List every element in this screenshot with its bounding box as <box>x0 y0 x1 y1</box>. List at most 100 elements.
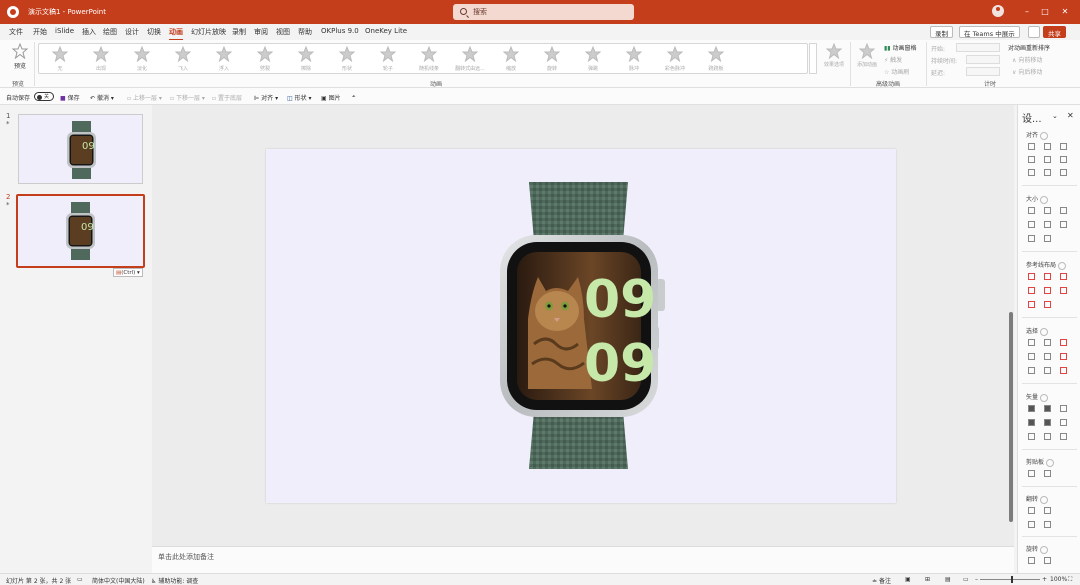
current-slide[interactable]: 09 09 <box>266 149 896 503</box>
vector-icon[interactable] <box>1044 419 1051 426</box>
zoom-slider-thumb[interactable] <box>1011 576 1013 583</box>
animation-zoom[interactable]: 缩放 <box>492 45 530 74</box>
gallery-scroll[interactable] <box>809 43 817 74</box>
rotate-icon[interactable] <box>1044 557 1051 564</box>
animation-pulse[interactable]: 脉冲 <box>615 45 653 74</box>
tab-okplus[interactable]: OKPlus 9.0 <box>321 27 359 35</box>
guide-icon[interactable] <box>1060 273 1067 280</box>
shape-button[interactable]: ◫ 形状 ▾ <box>287 93 312 102</box>
move-earlier-button[interactable]: ∧ 向前移动 <box>1012 55 1042 64</box>
zoom-slider[interactable] <box>980 579 1040 580</box>
vector-icon[interactable] <box>1028 419 1035 426</box>
minimize-button[interactable]: – <box>1020 5 1034 19</box>
record-button[interactable]: 录制 <box>930 26 953 38</box>
size-icon[interactable] <box>1028 207 1035 214</box>
move-later-button[interactable]: ∨ 向后移动 <box>1012 67 1042 76</box>
select-icon[interactable] <box>1028 339 1035 346</box>
slide-thumbnail-1[interactable]: 09 <box>18 114 143 184</box>
rotate-icon[interactable] <box>1028 557 1035 564</box>
tab-view[interactable]: 视图 <box>276 27 290 37</box>
accessibility-button[interactable]: ♿ 辅助功能: 调查 <box>151 576 198 585</box>
align-right-icon[interactable] <box>1060 143 1067 150</box>
align-bottom-icon[interactable] <box>1060 156 1067 163</box>
customize-toolbar-button[interactable]: ⩡ <box>352 93 355 101</box>
size-icon[interactable] <box>1028 221 1035 228</box>
animation-grow-turn[interactable]: 翻转式由远... <box>451 45 489 74</box>
flip-icon[interactable] <box>1044 521 1051 528</box>
align-middle-icon[interactable] <box>1044 156 1051 163</box>
start-select[interactable] <box>956 43 1000 52</box>
animation-appear[interactable]: 出现 <box>82 45 120 74</box>
flip-icon[interactable] <box>1044 507 1051 514</box>
animation-random-bars[interactable]: 随机线条 <box>410 45 448 74</box>
tab-help[interactable]: 帮助 <box>298 27 312 37</box>
animation-pane-button[interactable]: ▮▮ 动画窗格 <box>884 43 917 52</box>
tab-draw[interactable]: 绘图 <box>103 27 117 37</box>
notes-pane[interactable]: 单击此处添加备注 <box>152 546 1014 573</box>
guide-icon[interactable] <box>1028 301 1035 308</box>
preview-button[interactable]: 预览 <box>11 42 29 73</box>
paste-options-tag[interactable]: ▤(Ctrl) ▾ <box>113 268 143 277</box>
guide-icon[interactable] <box>1044 287 1051 294</box>
tab-record[interactable]: 录制 <box>232 27 246 37</box>
animation-wheel[interactable]: 轮子 <box>369 45 407 74</box>
save-button[interactable]: ■ 保存 <box>60 93 80 102</box>
animation-wipe[interactable]: 擦除 <box>287 45 325 74</box>
tab-islide[interactable]: iSlide <box>55 27 74 35</box>
tab-home[interactable]: 开始 <box>33 27 47 37</box>
trigger-button[interactable]: ⚡ 触发 <box>884 55 902 64</box>
select-icon[interactable] <box>1028 353 1035 360</box>
add-animation-button[interactable]: 添加动画 <box>855 42 879 68</box>
animation-bounce[interactable]: 弹跳 <box>574 45 612 74</box>
animation-float-in[interactable]: 浮入 <box>205 45 243 74</box>
align-center-icon[interactable] <box>1044 143 1051 150</box>
guide-icon[interactable] <box>1044 273 1051 280</box>
vector-icon[interactable] <box>1044 405 1051 412</box>
vector-icon[interactable] <box>1060 419 1067 426</box>
distribute-v-icon[interactable] <box>1044 169 1051 176</box>
guide-icon[interactable] <box>1028 273 1035 280</box>
search-box[interactable]: 搜索 <box>453 4 634 20</box>
close-button[interactable]: ✕ <box>1058 5 1072 19</box>
comments-button[interactable] <box>1028 26 1040 38</box>
tab-file[interactable]: 文件 <box>9 27 23 37</box>
select-icon[interactable] <box>1060 367 1067 374</box>
distribute-h-icon[interactable] <box>1028 169 1035 176</box>
send-backward-button[interactable]: ▫ 下移一层 ▾ <box>170 93 205 102</box>
animation-swivel[interactable]: 旋转 <box>533 45 571 74</box>
account-avatar[interactable] <box>992 5 1004 17</box>
duration-input[interactable] <box>966 55 1000 64</box>
slideshow-icon[interactable]: ▭ <box>963 576 969 583</box>
notes-button[interactable]: ≐ 备注 <box>872 576 891 585</box>
normal-view-icon[interactable]: ▣ <box>905 576 911 583</box>
select-icon[interactable] <box>1060 353 1067 360</box>
picture-button[interactable]: ▣ 图片 <box>321 93 341 102</box>
select-icon[interactable] <box>1044 339 1051 346</box>
size-icon[interactable] <box>1028 235 1035 242</box>
vector-icon[interactable] <box>1028 433 1035 440</box>
size-icon[interactable] <box>1044 207 1051 214</box>
animation-teeter[interactable]: 跷跷板 <box>697 45 735 74</box>
tab-insert[interactable]: 插入 <box>82 27 96 37</box>
animation-painter-button[interactable]: ☆ 动画刷 <box>884 67 909 76</box>
animation-none[interactable]: 无 <box>41 45 79 74</box>
fit-slide-icon[interactable]: ⛶ <box>1068 576 1072 584</box>
animation-color-pulse[interactable]: 彩色脉冲 <box>656 45 694 74</box>
vector-icon[interactable] <box>1060 405 1067 412</box>
zoom-level[interactable]: 100% <box>1050 576 1067 583</box>
close-pane-icon[interactable]: ✕ <box>1067 111 1074 120</box>
tab-onekey[interactable]: OneKey Lite <box>365 27 407 35</box>
share-button[interactable]: 共享 <box>1043 26 1066 38</box>
select-icon[interactable] <box>1060 339 1067 346</box>
slide-thumbnail-2[interactable]: 09 <box>16 194 145 268</box>
align-button[interactable]: ⊫ 对齐 ▾ <box>254 93 278 102</box>
clipboard-icon[interactable] <box>1028 470 1035 477</box>
scrollbar-thumb[interactable] <box>1009 312 1013 522</box>
animation-fly-in[interactable]: 飞入 <box>164 45 202 74</box>
align-top-icon[interactable] <box>1028 156 1035 163</box>
tab-animations[interactable]: 动画 <box>169 27 183 40</box>
vector-icon[interactable] <box>1044 433 1051 440</box>
align-slide-icon[interactable] <box>1060 169 1067 176</box>
flip-icon[interactable] <box>1028 507 1035 514</box>
select-icon[interactable] <box>1044 367 1051 374</box>
